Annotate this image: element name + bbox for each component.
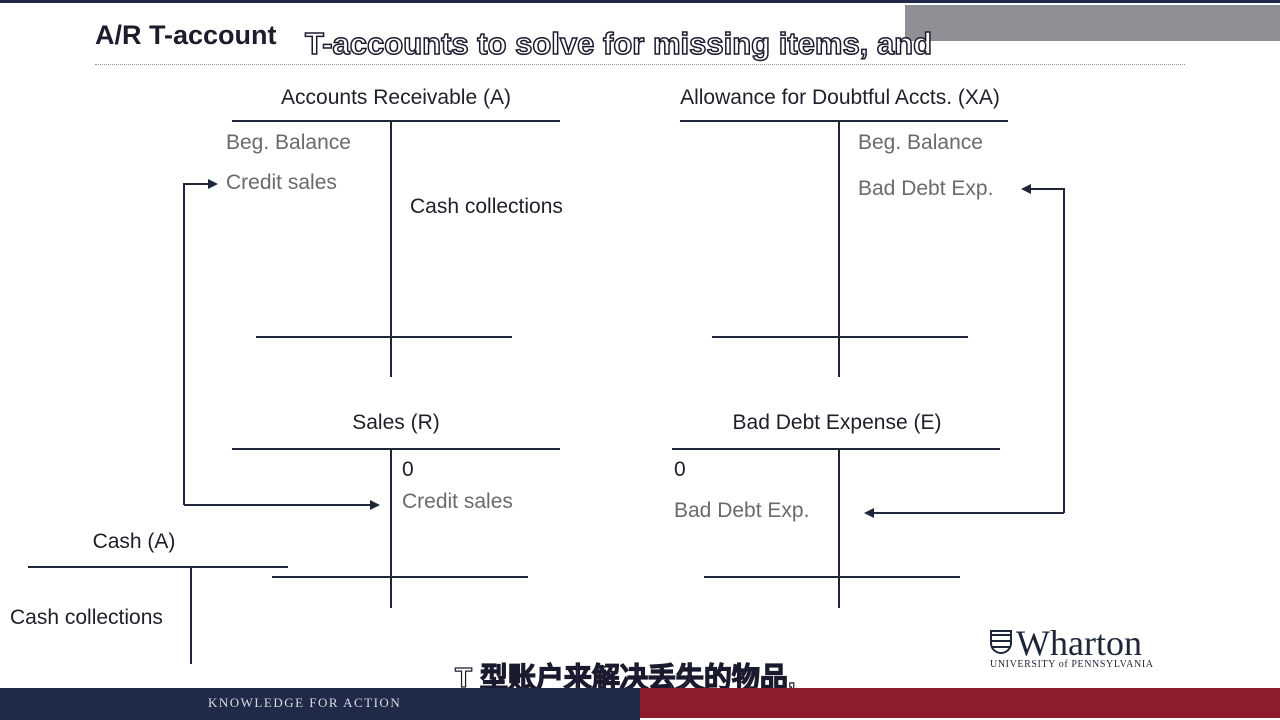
sales-credit-sales: Credit sales xyxy=(402,490,513,513)
footer-tagline: KNOWLEDGE FOR ACTION xyxy=(208,695,402,710)
sales-zero: 0 xyxy=(402,458,414,481)
ar-top-line xyxy=(232,120,560,122)
cash-title: Cash (A) xyxy=(92,530,176,553)
slide-title: A/R T-account xyxy=(95,20,277,50)
ar-title: Accounts Receivable (A) xyxy=(281,86,511,109)
bde-bottom-line xyxy=(704,576,960,578)
bde-title: Bad Debt Expense (E) xyxy=(732,411,942,434)
xa-beg-balance: Beg. Balance xyxy=(858,131,983,154)
footer-crimson xyxy=(640,688,1280,718)
gray-box xyxy=(905,5,1280,41)
cash-vertical-line xyxy=(190,566,192,664)
logo-sub: UNIVERSITY of PENNSYLVANIA xyxy=(990,659,1154,670)
sales-vertical-line xyxy=(390,448,392,608)
subtitle-english: T-accounts to solve for missing items, a… xyxy=(304,25,933,62)
bde-bad-debt-exp: Bad Debt Exp. xyxy=(674,499,810,522)
cash-top-line xyxy=(28,566,288,568)
bde-vertical-line xyxy=(838,448,840,608)
xa-bottom-line xyxy=(712,336,968,338)
title-divider xyxy=(95,64,1185,65)
arrowhead-icon xyxy=(864,508,874,518)
logo-name: Wharton xyxy=(1016,623,1142,663)
xa-bad-debt-exp: Bad Debt Exp. xyxy=(858,177,994,200)
ar-beg-balance: Beg. Balance xyxy=(226,131,351,154)
sales-top-line xyxy=(232,448,560,450)
xa-vertical-line xyxy=(838,120,840,377)
shield-icon xyxy=(990,630,1012,654)
sales-title: Sales (R) xyxy=(352,411,440,434)
sales-bottom-line xyxy=(272,576,528,578)
arrowhead-icon xyxy=(208,179,218,189)
ar-vertical-line xyxy=(390,120,392,377)
ar-credit-sales: Credit sales xyxy=(226,171,337,194)
ar-cash-collections: Cash collections xyxy=(410,195,563,218)
top-bar xyxy=(0,0,1280,3)
bde-top-line xyxy=(672,448,1000,450)
xa-top-line xyxy=(680,120,1008,122)
ar-bottom-line xyxy=(256,336,512,338)
cash-collections: Cash collections xyxy=(10,606,163,629)
arrowhead-icon xyxy=(370,500,380,510)
arrowhead-icon xyxy=(1021,184,1031,194)
xa-title: Allowance for Doubtful Accts. (XA) xyxy=(680,86,1000,109)
bde-zero: 0 xyxy=(674,458,686,481)
